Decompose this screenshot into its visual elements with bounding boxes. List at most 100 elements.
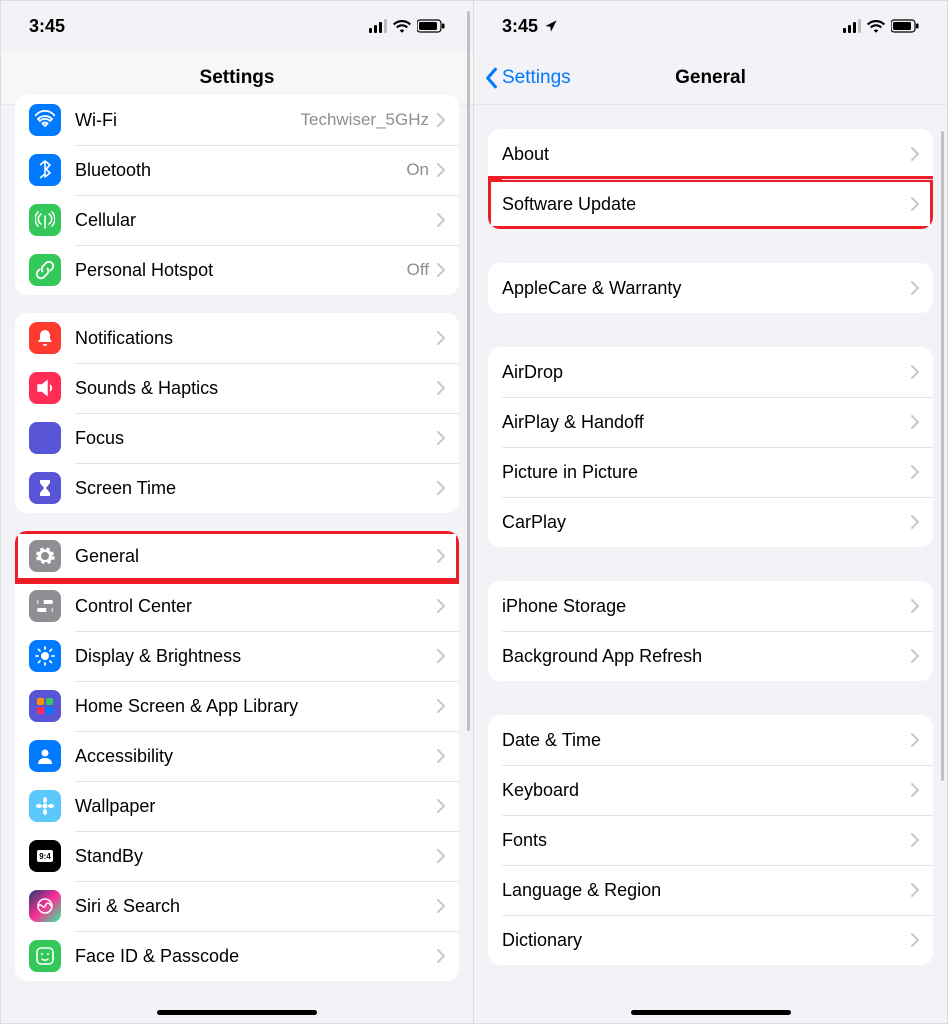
row-label: StandBy bbox=[75, 846, 143, 867]
home-indicator[interactable] bbox=[157, 1010, 317, 1015]
page-title: General bbox=[675, 67, 746, 89]
row-wallpaper[interactable]: Wallpaper bbox=[15, 781, 459, 831]
row-personal-hotspot[interactable]: Personal Hotspot Off bbox=[15, 245, 459, 295]
chevron-right-icon bbox=[437, 699, 445, 713]
settings-list[interactable]: Wi-FiTechwiser_5GHzBluetoothOnCellularPe… bbox=[1, 95, 473, 1023]
chevron-right-icon bbox=[437, 749, 445, 763]
chevron-right-icon bbox=[437, 331, 445, 345]
page-title: Settings bbox=[200, 67, 275, 89]
settings-group: iPhone Storage Background App Refresh bbox=[488, 581, 933, 681]
row-label: Fonts bbox=[502, 830, 547, 851]
chevron-right-icon bbox=[437, 263, 445, 277]
accessibility-icon bbox=[29, 740, 61, 772]
row-airdrop[interactable]: AirDrop bbox=[488, 347, 933, 397]
scrollbar[interactable] bbox=[467, 11, 470, 731]
row-label: AirDrop bbox=[502, 362, 563, 383]
row-screen-time[interactable]: Screen Time bbox=[15, 463, 459, 513]
row-cellular[interactable]: Cellular bbox=[15, 195, 459, 245]
nav-bar: Settings General bbox=[474, 51, 947, 105]
row-value: Techwiser_5GHz bbox=[301, 110, 430, 130]
row-keyboard[interactable]: Keyboard bbox=[488, 765, 933, 815]
scrollbar[interactable] bbox=[941, 131, 944, 781]
general-list[interactable]: AboutSoftware Update AppleCare & Warranty… bbox=[474, 105, 947, 1023]
personal-hotspot-icon bbox=[29, 254, 61, 286]
row-language-region[interactable]: Language & Region bbox=[488, 865, 933, 915]
row-fonts[interactable]: Fonts bbox=[488, 815, 933, 865]
chevron-right-icon bbox=[911, 365, 919, 379]
row-airplay-handoff[interactable]: AirPlay & Handoff bbox=[488, 397, 933, 447]
row-label: Notifications bbox=[75, 328, 173, 349]
home-screen-icon bbox=[29, 690, 61, 722]
row-iphone-storage[interactable]: iPhone Storage bbox=[488, 581, 933, 631]
chevron-right-icon bbox=[911, 933, 919, 947]
row-carplay[interactable]: CarPlay bbox=[488, 497, 933, 547]
row-faceid-passcode[interactable]: Face ID & Passcode bbox=[15, 931, 459, 981]
chevron-right-icon bbox=[437, 799, 445, 813]
row-label: Screen Time bbox=[75, 478, 176, 499]
chevron-right-icon bbox=[437, 899, 445, 913]
chevron-right-icon bbox=[911, 515, 919, 529]
row-value: Off bbox=[407, 260, 429, 280]
row-software-update[interactable]: Software Update bbox=[488, 179, 933, 229]
row-general[interactable]: General bbox=[15, 531, 459, 581]
settings-group: Wi-FiTechwiser_5GHzBluetoothOnCellularPe… bbox=[15, 95, 459, 295]
row-about[interactable]: About bbox=[488, 129, 933, 179]
row-label: iPhone Storage bbox=[502, 596, 626, 617]
wallpaper-icon bbox=[29, 790, 61, 822]
settings-group: AppleCare & Warranty bbox=[488, 263, 933, 313]
chevron-right-icon bbox=[911, 783, 919, 797]
row-dictionary[interactable]: Dictionary bbox=[488, 915, 933, 965]
status-indicators bbox=[369, 19, 445, 33]
row-bluetooth[interactable]: BluetoothOn bbox=[15, 145, 459, 195]
chevron-right-icon bbox=[437, 649, 445, 663]
bluetooth-icon bbox=[29, 154, 61, 186]
chevron-right-icon bbox=[911, 465, 919, 479]
row-accessibility[interactable]: Accessibility bbox=[15, 731, 459, 781]
row-standby[interactable]: 9:4 StandBy bbox=[15, 831, 459, 881]
svg-text:9:4: 9:4 bbox=[39, 852, 51, 861]
chevron-right-icon bbox=[911, 147, 919, 161]
battery-icon bbox=[891, 19, 919, 33]
row-label: Wallpaper bbox=[75, 796, 155, 817]
row-label: Personal Hotspot bbox=[75, 260, 213, 281]
row-applecare-warranty[interactable]: AppleCare & Warranty bbox=[488, 263, 933, 313]
status-bar: 3:45 bbox=[1, 1, 473, 51]
row-picture-in-picture[interactable]: Picture in Picture bbox=[488, 447, 933, 497]
settings-screen: 3:45 Settings Wi-FiTechwiser_5GHzBluetoo… bbox=[1, 1, 474, 1023]
cellular-icon bbox=[29, 204, 61, 236]
chevron-right-icon bbox=[911, 599, 919, 613]
general-icon bbox=[29, 540, 61, 572]
general-screen: 3:45 Settings General AboutSoftware Upda… bbox=[474, 1, 947, 1023]
sounds-haptics-icon bbox=[29, 372, 61, 404]
row-date-time[interactable]: Date & Time bbox=[488, 715, 933, 765]
row-focus[interactable]: Focus bbox=[15, 413, 459, 463]
row-label: Control Center bbox=[75, 596, 192, 617]
row-display-brightness[interactable]: Display & Brightness bbox=[15, 631, 459, 681]
row-notifications[interactable]: Notifications bbox=[15, 313, 459, 363]
row-control-center[interactable]: Control Center bbox=[15, 581, 459, 631]
row-label: Keyboard bbox=[502, 780, 579, 801]
row-label: Picture in Picture bbox=[502, 462, 638, 483]
settings-group: Notifications Sounds & HapticsFocus Screen… bbox=[15, 313, 459, 513]
chevron-left-icon bbox=[484, 67, 498, 89]
row-wifi[interactable]: Wi-FiTechwiser_5GHz bbox=[15, 95, 459, 145]
chevron-right-icon bbox=[911, 649, 919, 663]
home-indicator[interactable] bbox=[631, 1010, 791, 1015]
status-time-area: 3:45 bbox=[502, 16, 558, 37]
chevron-right-icon bbox=[911, 197, 919, 211]
battery-icon bbox=[417, 19, 445, 33]
row-siri-search[interactable]: Siri & Search bbox=[15, 881, 459, 931]
row-label: Date & Time bbox=[502, 730, 601, 751]
status-time: 3:45 bbox=[502, 16, 538, 37]
row-label: Accessibility bbox=[75, 746, 173, 767]
back-button[interactable]: Settings bbox=[484, 51, 571, 104]
row-sounds-haptics[interactable]: Sounds & Haptics bbox=[15, 363, 459, 413]
focus-icon bbox=[29, 422, 61, 454]
row-background-app-refresh[interactable]: Background App Refresh bbox=[488, 631, 933, 681]
row-label: Background App Refresh bbox=[502, 646, 702, 667]
status-bar: 3:45 bbox=[474, 1, 947, 51]
row-home-screen[interactable]: Home Screen & App Library bbox=[15, 681, 459, 731]
status-time: 3:45 bbox=[29, 16, 65, 37]
faceid-passcode-icon bbox=[29, 940, 61, 972]
settings-group: AboutSoftware Update bbox=[488, 129, 933, 229]
